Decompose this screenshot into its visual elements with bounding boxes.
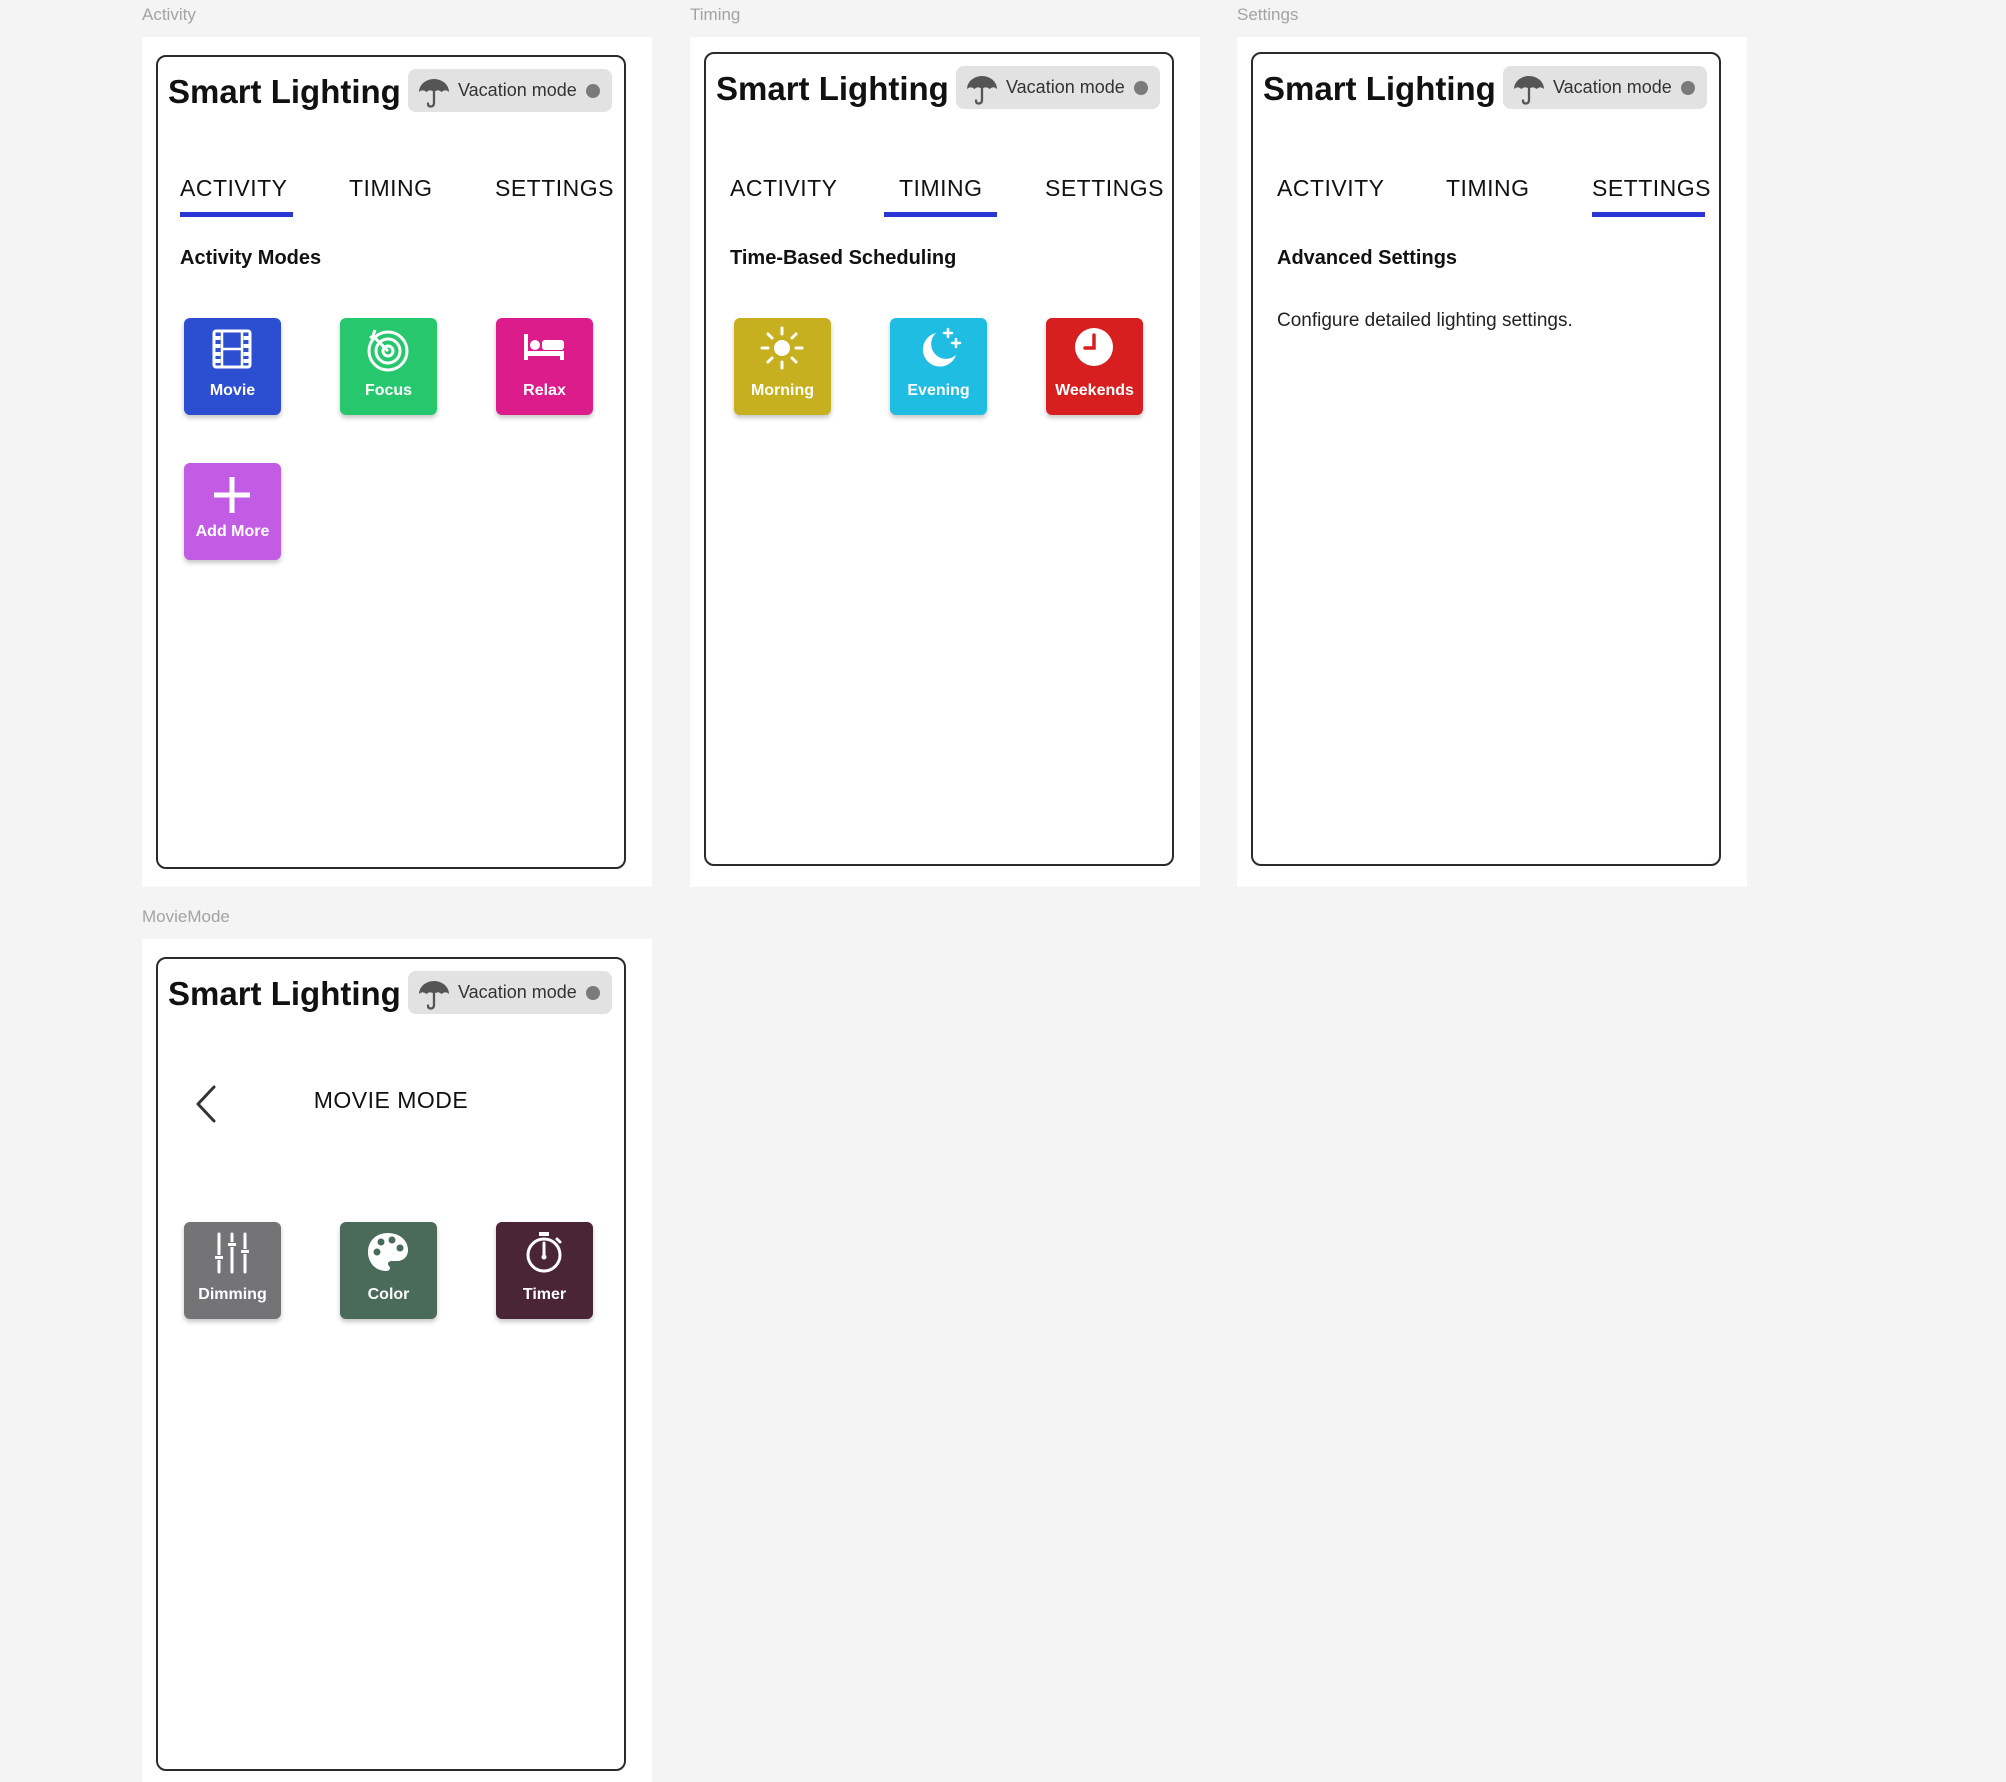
umbrella-icon <box>967 76 997 105</box>
clock-icon <box>1075 328 1113 366</box>
frame-timing: Smart Lighting Vacation mode ACTIVITY TI… <box>690 37 1200 887</box>
tab-activity[interactable]: ACTIVITY <box>1277 175 1385 202</box>
vacation-mode-label: Vacation mode <box>1006 77 1125 97</box>
app-title: Smart Lighting <box>1263 70 1496 107</box>
tile-label: Evening <box>907 382 970 399</box>
vacation-mode-toggle[interactable]: Vacation mode <box>408 971 612 1014</box>
section-title: Advanced Settings <box>1277 247 1458 269</box>
screen-title: MOVIE MODE <box>313 1087 469 1113</box>
bed-icon <box>524 334 564 360</box>
tile-label: Dimming <box>198 1286 267 1303</box>
tab-timing[interactable]: TIMING <box>899 175 983 202</box>
tile-label: Add More <box>195 523 270 540</box>
section-title: Time-Based Scheduling <box>730 247 957 269</box>
morning-schedule-tile[interactable]: Morning <box>734 318 831 415</box>
app-title: Smart Lighting <box>168 73 401 110</box>
tab-settings[interactable]: SETTINGS <box>1592 175 1711 202</box>
tab-settings[interactable]: SETTINGS <box>495 175 614 202</box>
toggle-dot <box>586 986 600 1000</box>
tile-label: Movie <box>209 382 256 399</box>
vacation-mode-label: Vacation mode <box>458 80 577 100</box>
tab-timing[interactable]: TIMING <box>1446 175 1530 202</box>
sliders-icon <box>214 1232 250 1274</box>
frame-label-moviemode: MovieMode <box>142 907 230 926</box>
relax-mode-tile[interactable]: Relax <box>496 318 593 415</box>
phone-screen-settings: Smart Lighting Vacation mode ACTIVITY TI… <box>1251 52 1721 866</box>
tab-activity[interactable]: ACTIVITY <box>730 175 838 202</box>
active-tab-indicator <box>180 212 293 217</box>
tab-timing[interactable]: TIMING <box>349 175 433 202</box>
sun-icon <box>760 326 804 370</box>
settings-description: Configure detailed lighting settings. <box>1277 310 1573 331</box>
movie-mode-tile[interactable]: Movie <box>184 318 281 415</box>
app-title: Smart Lighting <box>716 70 949 107</box>
vacation-mode-toggle[interactable]: Vacation mode <box>1503 66 1707 109</box>
evening-schedule-tile[interactable]: Evening <box>890 318 987 415</box>
palette-icon <box>368 1233 408 1271</box>
tile-label: Morning <box>750 382 815 399</box>
tile-label: Color <box>367 1286 410 1303</box>
frame-label-timing: Timing <box>690 5 741 24</box>
toggle-dot <box>586 84 600 98</box>
color-control-tile[interactable]: Color <box>340 1222 437 1319</box>
vacation-mode-toggle[interactable]: Vacation mode <box>956 66 1160 109</box>
vacation-mode-label: Vacation mode <box>458 982 577 1002</box>
tab-settings[interactable]: SETTINGS <box>1045 175 1164 202</box>
toggle-dot <box>1681 81 1695 95</box>
active-tab-indicator <box>1592 212 1705 217</box>
toggle-dot <box>1134 81 1148 95</box>
plus-icon <box>214 477 250 513</box>
phone-screen-timing: Smart Lighting Vacation mode ACTIVITY TI… <box>704 52 1174 866</box>
tile-label: Timer <box>522 1286 567 1303</box>
film-icon <box>212 329 252 369</box>
phone-screen-activity: Smart Lighting Vacation mode ACTIVITY TI… <box>156 55 626 869</box>
umbrella-icon <box>419 79 449 108</box>
section-title: Activity Modes <box>180 247 322 269</box>
tile-label: Weekends <box>1055 382 1134 399</box>
tab-activity[interactable]: ACTIVITY <box>180 175 288 202</box>
vacation-mode-label: Vacation mode <box>1553 77 1672 97</box>
umbrella-icon <box>419 981 449 1010</box>
weekends-schedule-tile[interactable]: Weekends <box>1046 318 1143 415</box>
stopwatch-icon <box>526 1232 562 1273</box>
moon-stars-icon <box>922 327 962 367</box>
timer-control-tile[interactable]: Timer <box>496 1222 593 1319</box>
frame-settings: Smart Lighting Vacation mode ACTIVITY TI… <box>1237 37 1747 887</box>
frame-label-settings: Settings <box>1237 5 1299 24</box>
active-tab-indicator <box>884 212 997 217</box>
dimming-control-tile[interactable]: Dimming <box>184 1222 281 1319</box>
frame-label-activity: Activity <box>142 5 196 24</box>
vacation-mode-toggle[interactable]: Vacation mode <box>408 69 612 112</box>
tile-label: Focus <box>364 382 413 399</box>
add-more-tile[interactable]: Add More <box>184 463 281 560</box>
target-icon <box>367 329 409 372</box>
frame-moviemode: Smart Lighting Vacation mode MOVIE MODE … <box>142 939 652 1782</box>
umbrella-icon <box>1514 76 1544 105</box>
phone-screen-moviemode: Smart Lighting Vacation mode MOVIE MODE … <box>156 957 626 1771</box>
app-title: Smart Lighting <box>168 975 401 1012</box>
focus-mode-tile[interactable]: Focus <box>340 318 437 415</box>
tile-label: Relax <box>523 382 566 399</box>
frame-activity: Smart Lighting Vacation mode ACTIVITY TI… <box>142 37 652 887</box>
